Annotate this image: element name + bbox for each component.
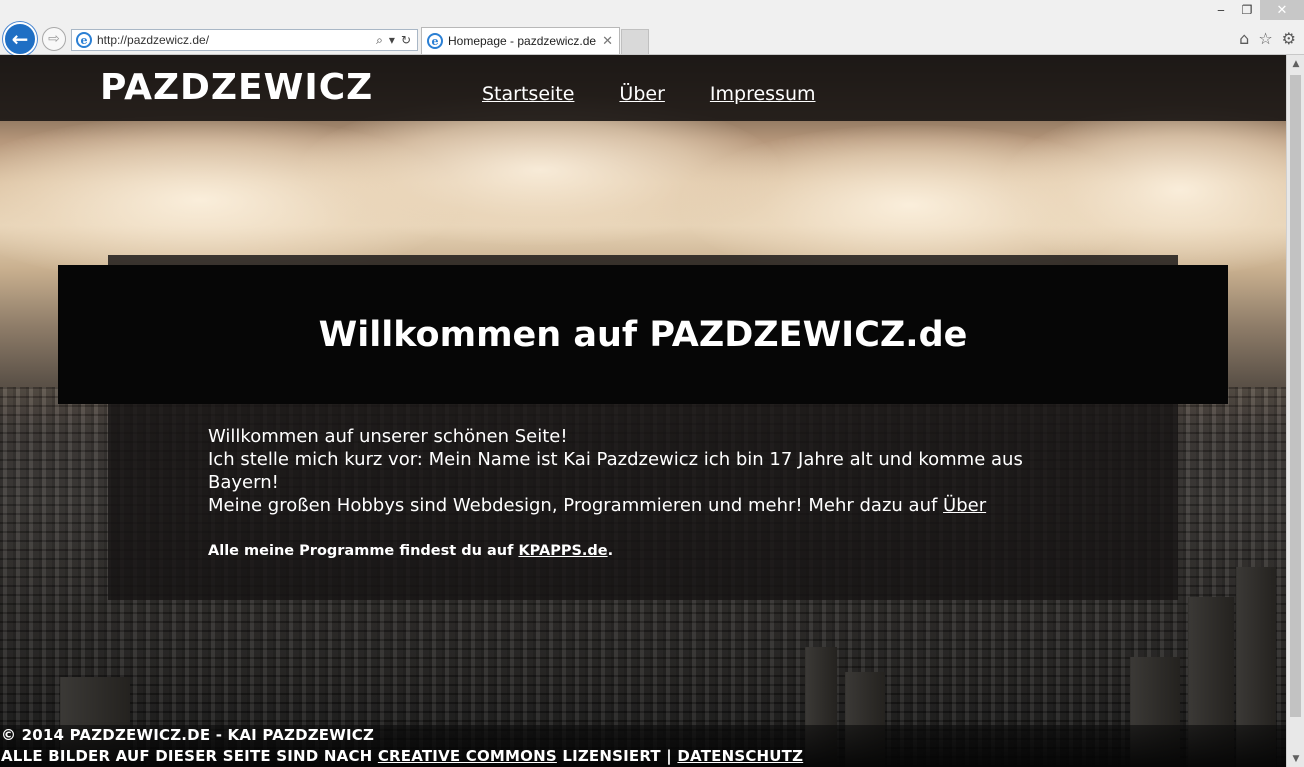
- arrow-right-icon: ⇨: [48, 31, 60, 47]
- copyright-text: © 2014 PAZDZEWICZ.DE - KAI PAZDZEWICZ: [1, 726, 375, 744]
- browser-toolbar-icons: ⌂ ☆ ⚙: [1239, 29, 1296, 48]
- search-icon[interactable]: ⌕: [376, 33, 383, 48]
- ie-tab-icon: e: [427, 33, 443, 49]
- site-footer: © 2014 PAZDZEWICZ.DE - KAI PAZDZEWICZ AL…: [0, 725, 1286, 767]
- refresh-icon[interactable]: ↻: [401, 33, 411, 47]
- star-icon[interactable]: ☆: [1258, 29, 1272, 48]
- datenschutz-link[interactable]: DATENSCHUTZ: [677, 747, 803, 765]
- ie-page-icon: e: [76, 32, 92, 48]
- page-title: Willkommen auf PAZDZEWICZ.de: [318, 314, 968, 355]
- forward-button[interactable]: ⇨: [42, 27, 66, 51]
- restore-icon[interactable]: ❐: [1234, 0, 1260, 20]
- intro-line: Ich stelle mich kurz vor: Mein Name ist …: [208, 449, 1023, 493]
- nav-link-impressum[interactable]: Impressum: [710, 83, 816, 105]
- license-text: ALLE BILDER AUF DIESER SEITE SIND NACH C…: [1, 746, 1286, 767]
- intro-line: Meine großen Hobbys sind Webdesign, Prog…: [208, 494, 1038, 517]
- tab-homepage[interactable]: e Homepage - pazdzewicz.de ✕: [421, 27, 620, 54]
- intro-line: Willkommen auf unserer schönen Seite!: [208, 426, 568, 447]
- welcome-banner: Willkommen auf PAZDZEWICZ.de: [58, 265, 1228, 404]
- tab-title: Homepage - pazdzewicz.de: [448, 34, 597, 48]
- programs-label: Alle meine Programme findest du auf: [208, 543, 519, 559]
- address-input[interactable]: http://pazdzewicz.de/: [97, 33, 376, 47]
- scroll-down-icon[interactable]: ▼: [1287, 750, 1304, 767]
- license-prefix: ALLE BILDER AUF DIESER SEITE SIND NACH: [1, 747, 378, 765]
- intro-text: Willkommen auf unserer schönen Seite! Ic…: [208, 425, 1038, 517]
- site-header: PAZDZEWICZ Startseite Über Impressum: [0, 55, 1286, 121]
- hobbies-text: Meine großen Hobbys sind Webdesign, Prog…: [208, 495, 944, 516]
- home-icon[interactable]: ⌂: [1239, 29, 1249, 48]
- main-nav: Startseite Über Impressum: [482, 83, 816, 105]
- window-close-icon[interactable]: ✕: [1260, 0, 1304, 20]
- creative-commons-link[interactable]: CREATIVE COMMONS: [378, 747, 557, 765]
- arrow-left-icon: ←: [11, 27, 29, 51]
- chevron-down-icon[interactable]: ▾: [389, 33, 395, 47]
- minimize-icon[interactable]: ‒: [1208, 0, 1234, 20]
- address-bar[interactable]: e http://pazdzewicz.de/ ⌕ ▾ ↻: [71, 29, 418, 51]
- nav-link-startseite[interactable]: Startseite: [482, 83, 574, 105]
- vertical-scrollbar[interactable]: ▲ ▼: [1286, 55, 1304, 767]
- browser-chrome: ← ⇨ e http://pazdzewicz.de/ ⌕ ▾ ↻ e Home…: [0, 0, 1304, 56]
- scroll-up-icon[interactable]: ▲: [1287, 55, 1304, 72]
- back-button[interactable]: ←: [3, 22, 37, 56]
- new-tab-button[interactable]: [621, 29, 649, 54]
- kpapps-link[interactable]: KPAPPS.de: [518, 543, 607, 559]
- window-controls: ‒ ❐ ✕: [1208, 0, 1304, 20]
- ueber-link[interactable]: Über: [943, 495, 986, 516]
- page-viewport[interactable]: PAZDZEWICZ Startseite Über Impressum Wil…: [0, 55, 1286, 767]
- site-logo[interactable]: PAZDZEWICZ: [100, 67, 373, 108]
- close-icon[interactable]: ✕: [602, 34, 619, 49]
- scrollbar-thumb[interactable]: [1290, 75, 1301, 717]
- gear-icon[interactable]: ⚙: [1282, 29, 1296, 48]
- programs-text: Alle meine Programme findest du auf KPAP…: [208, 543, 1008, 559]
- nav-link-ueber[interactable]: Über: [619, 83, 664, 105]
- license-suffix: LIZENSIERT |: [556, 747, 678, 765]
- programs-suffix: .: [607, 543, 614, 559]
